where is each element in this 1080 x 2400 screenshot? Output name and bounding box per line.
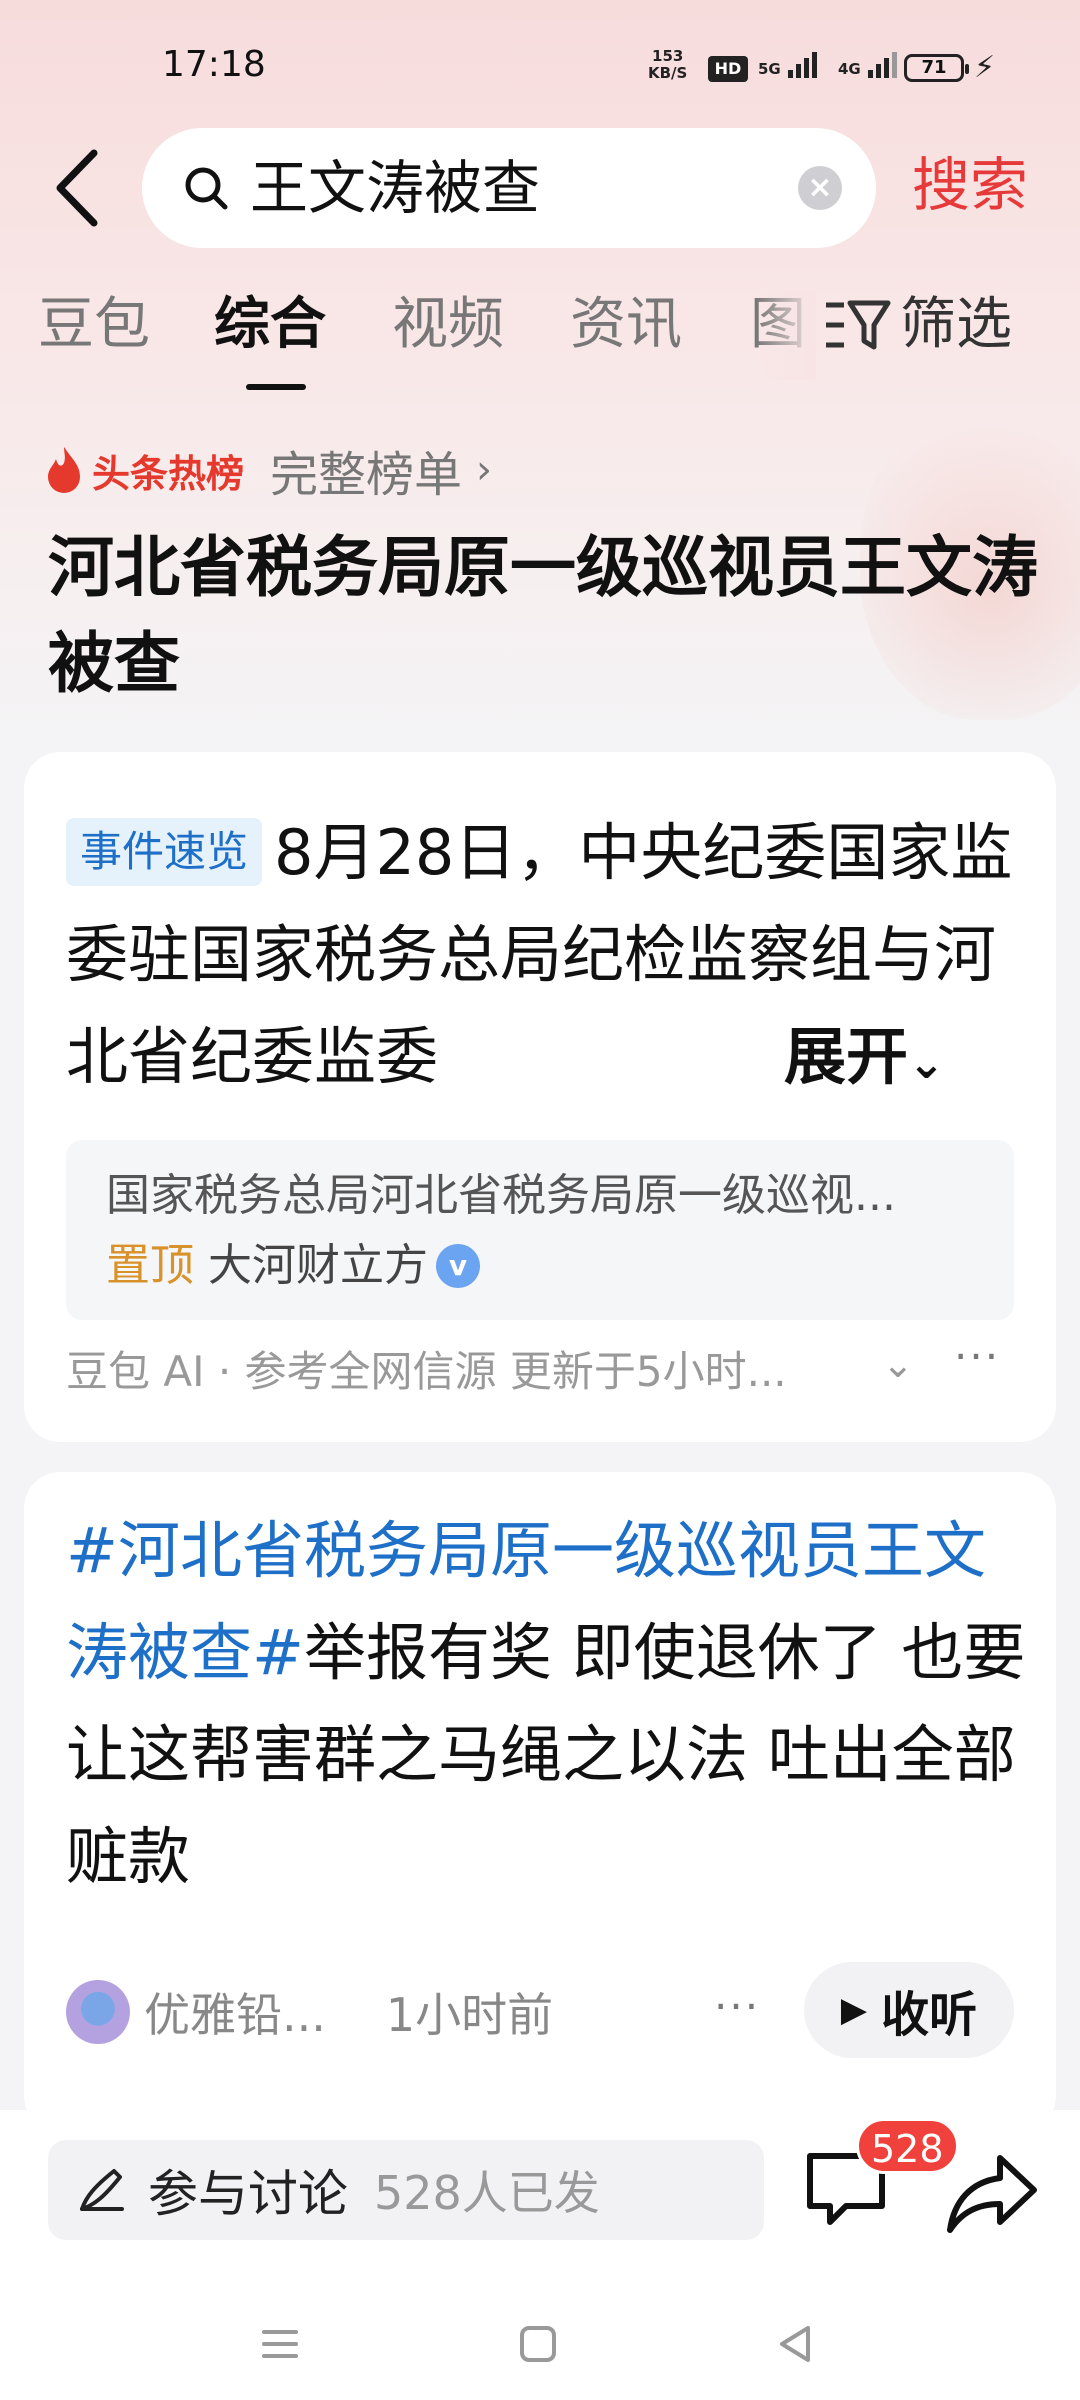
source-author: 大河财立方 [208,1240,428,1291]
tab-video[interactable]: 视频 [392,290,504,360]
network-speed-unit: KB/S [648,64,688,82]
chevron-down-icon: ⌄ [908,1038,945,1089]
filter-button[interactable]: 筛选 [822,290,1012,360]
back-button[interactable] [48,138,118,238]
search-input[interactable]: 王文涛被查 × [142,128,876,248]
full-list-link[interactable]: 完整榜单 [270,435,462,505]
network-speed-value: 153 [652,47,684,65]
search-icon [185,167,228,210]
avatar[interactable] [66,1980,130,2044]
event-badge: 事件速览 [66,818,263,886]
post-content: #河北省税务局原一级巡视员王文涛被查#举报有奖 即使退休了 也要让这帮害群之马绳… [66,1500,1026,1908]
bottom-action-bar: 参与讨论 528人已发 528 [0,2110,1080,2290]
filter-label: 筛选 [900,292,1012,357]
signal-4g-label: 4G [838,60,861,78]
tab-fade [756,290,816,380]
home-icon[interactable] [508,2314,568,2374]
discuss-count: 528人已发 [374,2166,600,2220]
status-time: 17:18 [162,44,266,85]
clear-icon[interactable]: × [798,166,842,210]
source-title: 国家税务总局河北省税务局原一级巡视... [106,1170,896,1221]
post-author[interactable]: 优雅铅... [144,1979,326,2045]
status-bar: 17:18 153 KB/S HD 5G 4G 71 ⚡ [0,0,1080,130]
source-meta: 置顶 大河财立方 v [106,1238,480,1294]
chevron-left-icon [56,149,98,227]
system-nav-bar [0,2290,1080,2400]
chevron-right-icon: › [476,447,493,493]
chevron-down-icon[interactable]: ⌄ [882,1342,914,1386]
source-article[interactable]: 国家税务总局河北省税务局原一级巡视... 置顶 大河财立方 v [66,1140,1014,1320]
back-icon[interactable] [766,2314,826,2374]
charging-icon: ⚡ [974,50,996,85]
signal-5g-label: 5G [758,60,781,78]
search-query: 王文涛被查 [250,154,541,222]
pen-icon [80,2169,124,2211]
discuss-input[interactable]: 参与讨论 528人已发 [48,2140,764,2240]
network-speed: 153 KB/S [648,48,687,82]
share-icon[interactable] [944,2150,1040,2236]
event-summary-card: 事件速览 8月28日，中央纪委国家监委驻国家税务总局纪检监察组与河北省纪委监委 展… [24,752,1056,1442]
flame-icon [48,447,80,493]
signal-4g-icon: 4G [838,50,897,78]
search-button[interactable]: 搜索 [912,150,1028,220]
more-options-icon[interactable]: ··· [714,1982,760,2031]
post-card[interactable]: #河北省税务局原一级巡视员王文涛被查#举报有奖 即使退休了 也要让这帮害群之马绳… [24,1472,1056,2132]
expand-label: 展开 [784,1020,909,1093]
ai-source-note: 豆包 AI · 参考全网信源 更新于5小时... [66,1347,787,1396]
listen-button[interactable]: ▶ 收听 [804,1962,1014,2058]
hd-icon: HD [708,56,748,82]
more-options-icon[interactable]: ··· [954,1332,1000,1381]
listen-label: 收听 [881,1987,978,2043]
active-tab-indicator [246,384,306,390]
filter-icon [826,300,891,350]
pin-tag: 置顶 [106,1240,194,1291]
expand-button[interactable]: 展开⌄ [724,1006,945,1108]
signal-5g-icon: 5G [758,50,817,78]
tab-doubao[interactable]: 豆包 [38,290,150,360]
hot-list-row[interactable]: 头条热榜 完整榜单 › [44,440,493,503]
battery-icon: 71 [904,54,969,82]
play-icon: ▶ [840,1990,868,2030]
verified-icon: v [436,1244,480,1288]
menu-icon[interactable] [250,2314,310,2374]
discuss-label: 参与讨论 [148,2165,348,2223]
hot-topic-headline[interactable]: 河北省税务局原一级巡视员王文涛被查 [48,520,1038,712]
tab-bar: 豆包 综合 视频 资讯 图 筛选 [0,290,1080,400]
post-meta: 优雅铅... 1小时前 [66,1972,553,2052]
tab-news[interactable]: 资讯 [570,290,682,360]
tab-comprehensive[interactable]: 综合 [214,290,326,360]
hot-list-label: 头条热榜 [92,451,245,496]
post-time: 1小时前 [385,1988,554,2042]
